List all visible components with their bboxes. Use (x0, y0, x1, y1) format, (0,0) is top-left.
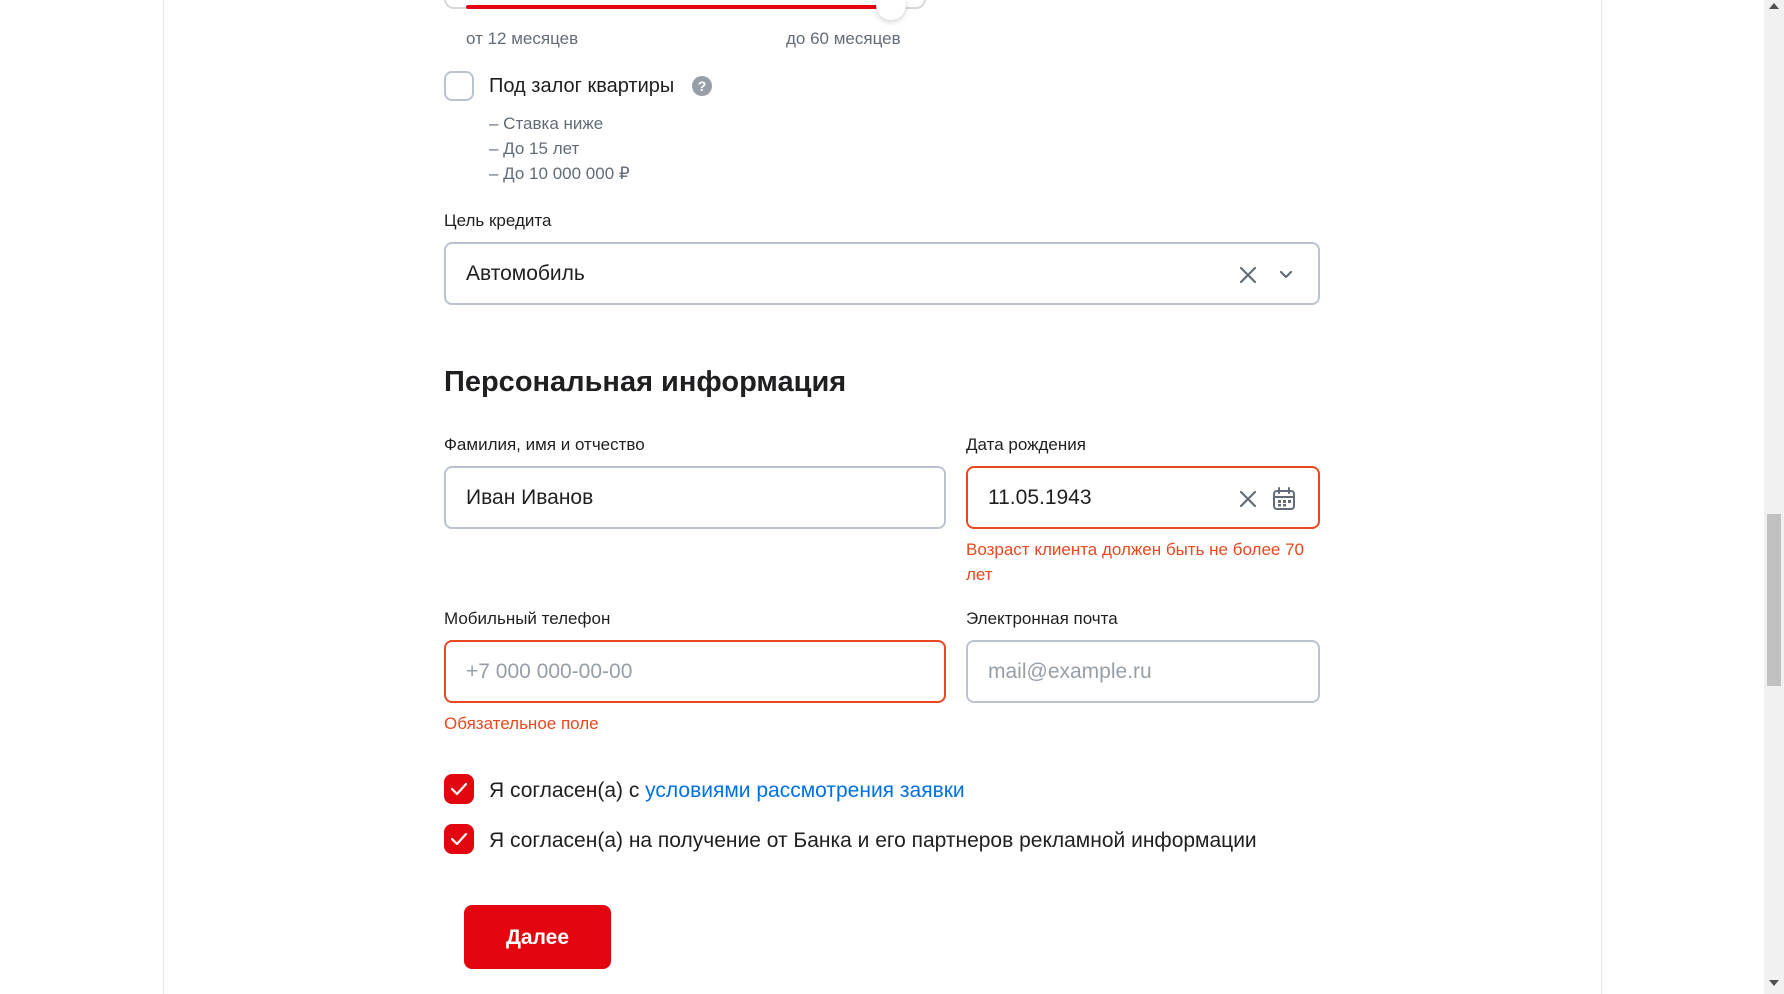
submit-button[interactable]: Далее (464, 905, 611, 969)
close-icon[interactable] (1234, 485, 1262, 513)
close-icon[interactable] (1234, 261, 1262, 289)
ads-checkbox[interactable] (444, 824, 474, 854)
phone-error: Обязательное поле (444, 714, 599, 733)
full-name-value: Иван Иванов (466, 486, 594, 509)
email-label: Электронная почта (966, 609, 1118, 628)
scrollbar[interactable] (1764, 0, 1784, 994)
phone-label: Мобильный телефон (444, 609, 611, 628)
birth-date-value: 11.05.1943 (988, 486, 1092, 509)
calendar-icon[interactable] (1270, 485, 1298, 513)
purpose-label: Цель кредита (444, 211, 552, 230)
checkmark-icon (450, 782, 468, 796)
email-field[interactable]: mail@example.ru (966, 640, 1320, 703)
terms-link[interactable]: условиями рассмотрения заявки (645, 779, 964, 802)
page-border-right (1601, 0, 1602, 994)
question-circle-icon[interactable]: ? (692, 76, 712, 96)
page-border-left (163, 0, 164, 994)
collateral-benefit: – До 10 000 000 ₽ (489, 164, 630, 183)
collateral-checkbox[interactable] (444, 71, 474, 101)
collateral-benefit: – До 15 лет (489, 139, 580, 158)
birth-date-field[interactable]: 11.05.1943 (966, 466, 1320, 529)
checkmark-icon (450, 832, 468, 846)
collateral-benefit: – Ставка ниже (489, 114, 604, 133)
birth-date-label: Дата рождения (966, 435, 1086, 454)
scroll-up-arrow-icon[interactable] (1769, 3, 1779, 9)
phone-placeholder: +7 000 000-00-00 (466, 660, 633, 683)
slider-min-label: от 12 месяцев (466, 29, 579, 48)
email-placeholder: mail@example.ru (988, 660, 1152, 683)
purpose-value: Автомобиль (466, 262, 585, 285)
terms-checkbox[interactable] (444, 774, 474, 804)
full-name-label: Фамилия, имя и отчество (444, 435, 645, 454)
purpose-select[interactable]: Автомобиль (444, 242, 1320, 305)
terms-agreement-prefix: Я согласен(а) с (489, 779, 646, 802)
term-slider-fill (466, 5, 878, 9)
phone-field[interactable]: +7 000 000-00-00 (444, 640, 946, 703)
ads-agreement-text: Я согласен(а) на получение от Банка и ег… (489, 829, 1257, 852)
terms-agreement-text: Я согласен(а) с условиями рассмотрения з… (489, 779, 965, 803)
scroll-down-arrow-icon[interactable] (1769, 980, 1779, 986)
collateral-checkbox-label[interactable]: Под залог квартиры (489, 75, 674, 98)
slider-max-label: до 60 месяцев (786, 29, 901, 48)
birth-date-error: Возраст клиента должен быть не более 70 … (966, 540, 1304, 584)
section-title: Персональная информация (444, 366, 847, 398)
chevron-down-icon[interactable] (1272, 261, 1300, 289)
scroll-thumb[interactable] (1767, 514, 1781, 686)
term-slider-handle[interactable] (876, 0, 906, 20)
full-name-field[interactable]: Иван Иванов (444, 466, 946, 529)
